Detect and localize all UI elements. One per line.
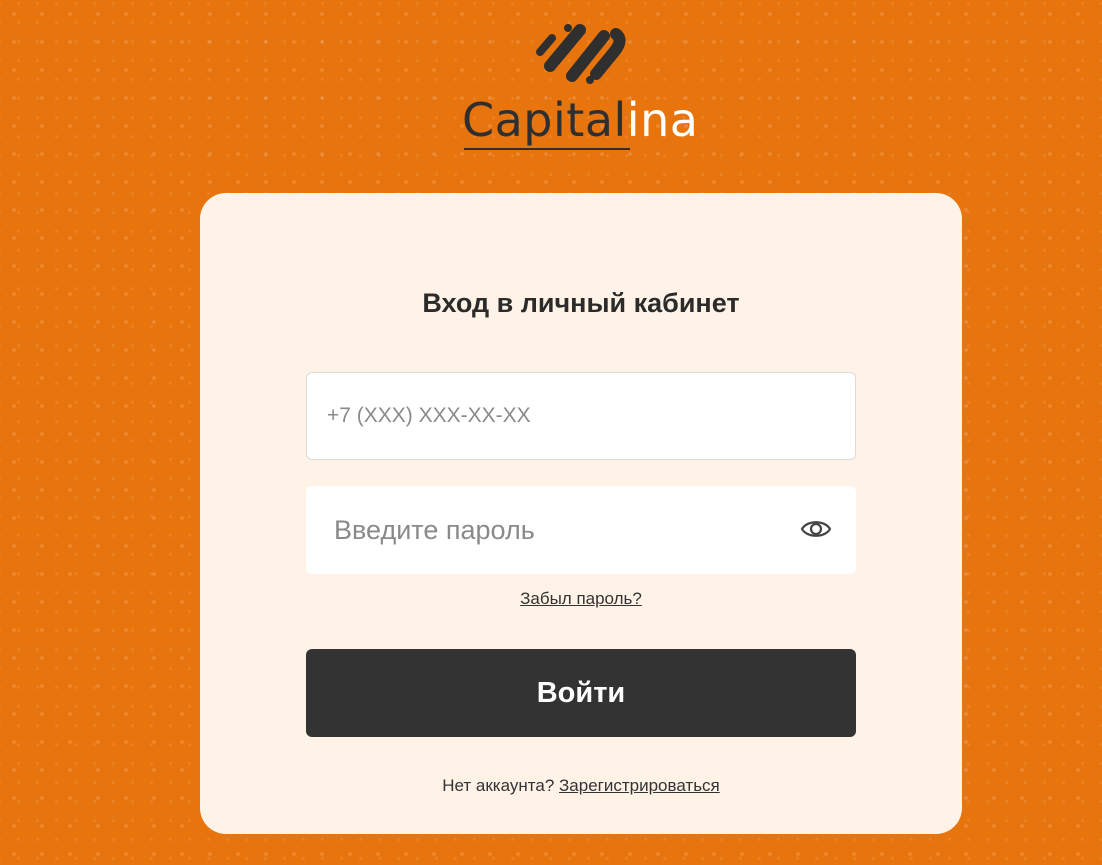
register-row: Нет аккаунта? Зарегистрироваться	[200, 775, 962, 797]
brand-name-light: ina	[626, 93, 699, 147]
eye-icon[interactable]	[800, 516, 832, 542]
forgot-password-row: Забыл пароль?	[200, 588, 962, 610]
no-account-text: Нет аккаунта?	[442, 776, 555, 795]
login-card: Вход в личный кабинет Забыл пароль? Войт…	[200, 193, 962, 834]
brand-name-dark: Capital	[462, 93, 627, 147]
page-title: Вход в личный кабинет	[422, 288, 740, 318]
brand-underline	[464, 148, 630, 150]
capitalina-logo-mark-icon	[536, 24, 626, 84]
password-field	[306, 486, 856, 574]
password-input[interactable]	[306, 486, 856, 574]
phone-field	[306, 372, 856, 460]
phone-input[interactable]	[307, 373, 855, 459]
brand-name: Capitalina	[462, 92, 698, 148]
login-button[interactable]: Войти	[306, 649, 856, 737]
forgot-password-link[interactable]: Забыл пароль?	[520, 589, 642, 608]
register-link[interactable]: Зарегистрироваться	[559, 776, 720, 795]
brand-logo: Capitalina	[440, 18, 720, 158]
